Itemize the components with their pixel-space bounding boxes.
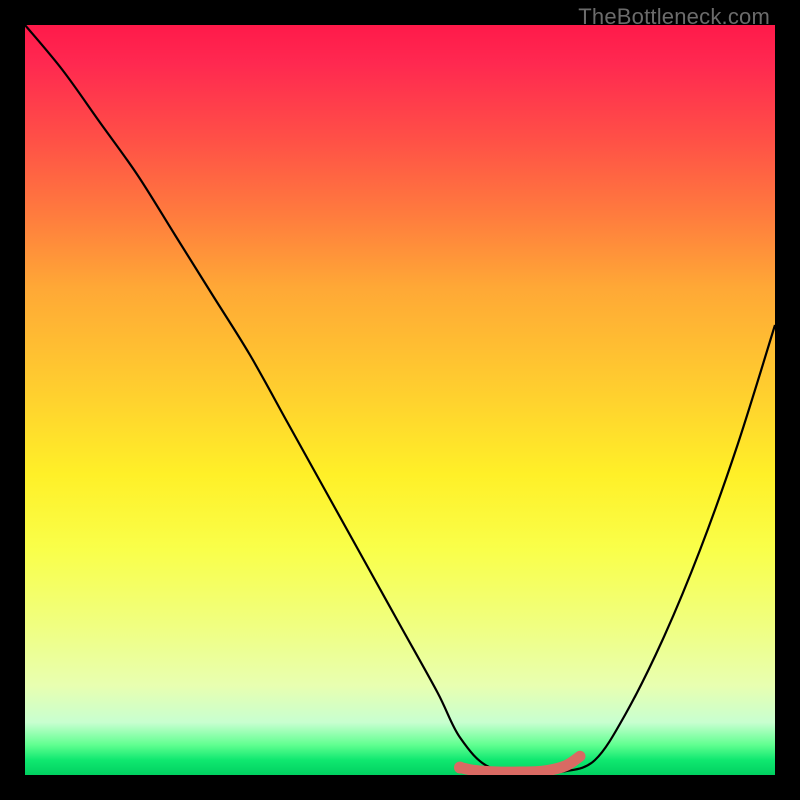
- plot-area: [25, 25, 775, 775]
- chart-svg: [25, 25, 775, 775]
- bottleneck-curve: [25, 25, 775, 772]
- chart-container: TheBottleneck.com: [0, 0, 800, 800]
- sweet-spot-dot: [454, 762, 466, 774]
